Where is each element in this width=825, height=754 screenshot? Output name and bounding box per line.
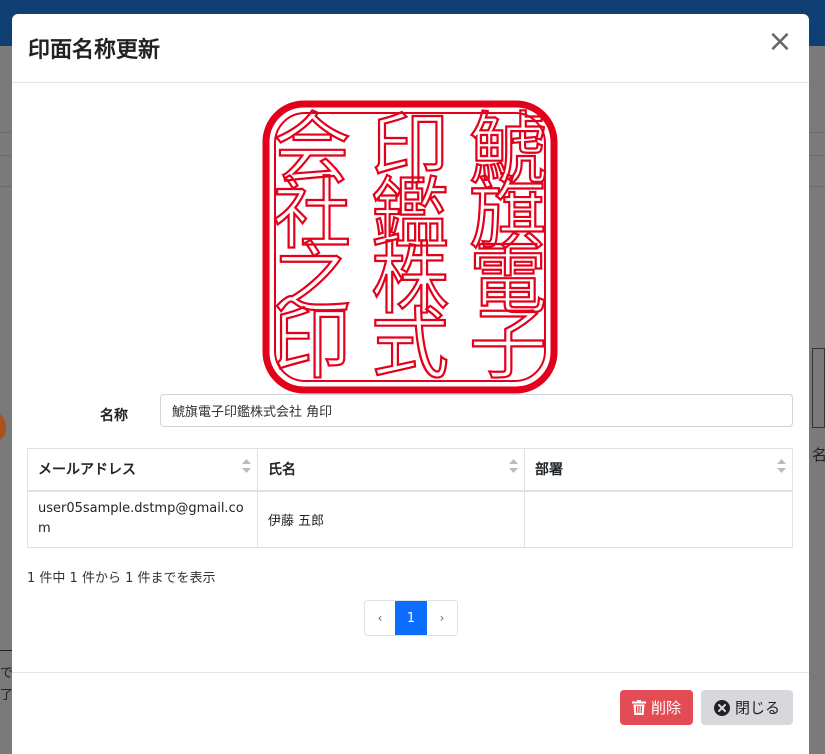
close-button-label: 閉じる (734, 699, 780, 717)
seal-image: 鯱旗電子印鑑株式会社之印 (262, 100, 558, 394)
name-label: 名称 (100, 408, 128, 424)
seal-character: 式 (371, 300, 449, 390)
sort-icon (509, 459, 518, 473)
table-info: 1 件中 1 件から 1 件までを表示 (27, 571, 216, 586)
name-input[interactable] (160, 394, 793, 427)
cell-email: user05sample.dstmp@gmail.com (27, 490, 258, 548)
sort-icon (242, 459, 251, 473)
cell-department (524, 490, 793, 548)
users-table: メールアドレス 氏名 部署 user05sample.dstmp@gmail.c… (27, 448, 793, 548)
background-divider (0, 650, 12, 651)
pagination-prev[interactable]: ‹ (365, 601, 395, 635)
column-header-email[interactable]: メールアドレス (27, 448, 258, 492)
trash-icon (631, 700, 646, 715)
column-header-name[interactable]: 氏名 (257, 448, 525, 492)
modal-footer: 削除 閉じる (12, 672, 809, 754)
pagination-page-1[interactable]: 1 (395, 601, 427, 635)
delete-button-label: 削除 (650, 699, 681, 717)
delete-button[interactable]: 削除 (620, 690, 693, 725)
modal-header: 印面名称更新 × (12, 14, 809, 83)
table-header-row: メールアドレス 氏名 部署 (27, 448, 793, 492)
background-text: 名 (812, 446, 825, 464)
seal-character: 子 (469, 300, 547, 390)
close-icon[interactable]: × (765, 27, 795, 58)
seal-character: 印 (273, 300, 351, 390)
cell-name: 伊藤 五郎 (257, 490, 525, 548)
close-circle-icon (713, 699, 730, 716)
pagination: ‹ 1 › (364, 600, 458, 636)
close-button[interactable]: 閉じる (701, 690, 793, 725)
seal-stamp-graphic: 鯱旗電子印鑑株式会社之印 (262, 100, 558, 394)
background-stamp-thumbnail (812, 348, 825, 428)
sort-icon (777, 459, 786, 473)
column-header-department[interactable]: 部署 (524, 448, 793, 492)
table-row: user05sample.dstmp@gmail.com 伊藤 五郎 (27, 490, 793, 548)
pagination-next[interactable]: › (427, 601, 457, 635)
modal-title: 印面名称更新 (28, 38, 161, 63)
seal-name-update-dialog: 印面名称更新 × 鯱旗電子印鑑株式会社之印 名称 メールアドレス 氏名 部 (12, 14, 809, 754)
